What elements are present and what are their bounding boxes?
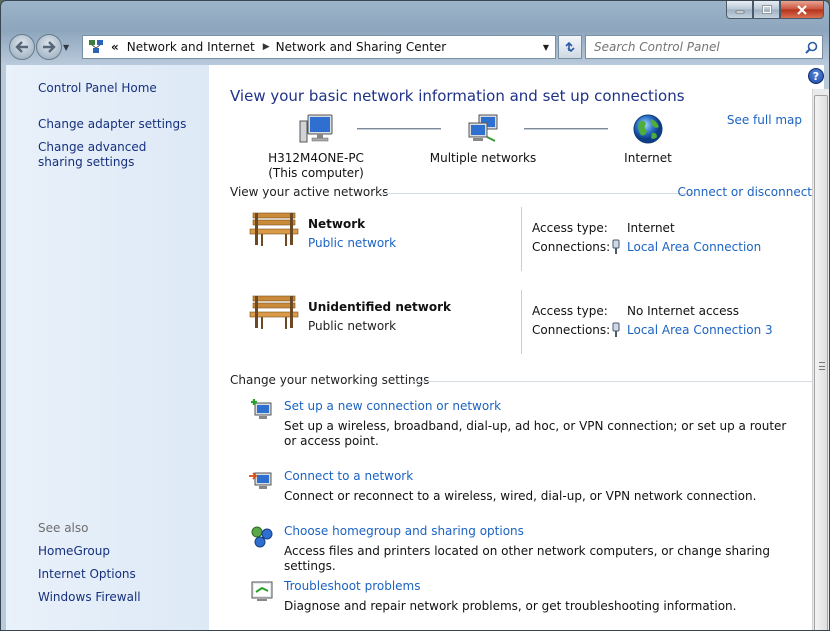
access-type-label: Access type:	[532, 304, 608, 318]
map-node-networks[interactable]: Multiple networks	[423, 113, 543, 166]
vertical-scrollbar[interactable]	[812, 89, 829, 630]
access-type-value: No Internet access	[627, 304, 740, 318]
windows-firewall-link[interactable]: Windows Firewall	[38, 590, 141, 605]
content-area: Control Panel Home Change adapter settin…	[6, 65, 829, 630]
maximize-icon	[761, 5, 772, 14]
homegroup-link[interactable]: HomeGroup	[38, 544, 110, 559]
minimize-button[interactable]	[726, 1, 753, 19]
new-connection-icon	[251, 399, 272, 419]
search-input[interactable]	[586, 40, 800, 54]
caption-buttons	[726, 1, 824, 19]
computer-icon	[299, 114, 333, 143]
connections-label: Connections:	[532, 323, 611, 337]
homegroup-sharing-link[interactable]: Choose homegroup and sharing options	[284, 524, 524, 538]
network-divider	[521, 290, 522, 354]
breadcrumb-overflow[interactable]: «	[107, 40, 123, 54]
task-new-connection: Set up a new connection or network Set u…	[249, 399, 789, 449]
computer-name: H312M4ONE-PC	[268, 151, 364, 165]
internet-globe-icon	[633, 114, 663, 144]
connect-to-network-link[interactable]: Connect to a network	[284, 469, 413, 483]
close-icon	[797, 4, 807, 15]
network-center-icon	[83, 39, 107, 55]
help-icon[interactable]: ?	[808, 68, 824, 84]
access-type-label: Access type:	[532, 221, 608, 235]
connections-label: Connections:	[532, 240, 611, 254]
maximize-button[interactable]	[753, 1, 780, 19]
ethernet-connection-icon	[612, 322, 620, 337]
breadcrumb-network-sharing-center[interactable]: Network and Sharing Center	[272, 40, 453, 54]
change-adapter-settings-link[interactable]: Change adapter settings	[38, 117, 186, 132]
networking-settings-heading: Change your networking settings	[230, 373, 430, 387]
ethernet-connection-icon	[612, 239, 620, 254]
setup-connection-link[interactable]: Set up a new connection or network	[284, 399, 501, 413]
scrollbar-grip-icon	[819, 362, 825, 370]
network-type-link[interactable]: Public network	[308, 236, 396, 250]
internet-label: Internet	[624, 151, 672, 165]
refresh-button[interactable]	[558, 35, 582, 59]
search-icon[interactable]	[800, 41, 822, 54]
see-full-map-link[interactable]: See full map	[727, 113, 802, 127]
forward-button[interactable]	[36, 34, 62, 60]
close-button[interactable]	[780, 1, 824, 19]
see-also-heading: See also	[38, 521, 89, 535]
public-network-bench-icon[interactable]	[249, 294, 299, 332]
back-arrow-icon	[15, 41, 28, 53]
active-networks-heading: View your active networks	[230, 185, 389, 199]
map-connector-2	[524, 128, 608, 130]
navigation-bar: ▼ « Network and Internet ▶ Network and S…	[9, 33, 823, 61]
homegroup-sharing-description: Access files and printers located on oth…	[284, 544, 770, 573]
search-box[interactable]	[585, 35, 823, 59]
breadcrumb-network-internet[interactable]: Network and Internet	[123, 40, 261, 54]
address-bar[interactable]: « Network and Internet ▶ Network and Sha…	[82, 35, 556, 59]
network-divider	[521, 207, 522, 271]
explorer-window: ▼ « Network and Internet ▶ Network and S…	[0, 0, 830, 631]
map-node-internet[interactable]: Internet	[603, 113, 693, 166]
recent-pages-dropdown[interactable]: ▼	[63, 43, 73, 52]
multiple-networks-label: Multiple networks	[429, 151, 537, 165]
connect-network-icon	[249, 472, 272, 489]
task-troubleshoot: Troubleshoot problems Diagnose and repai…	[249, 579, 789, 619]
homegroup-icon	[251, 526, 273, 548]
network-name: Network	[308, 217, 366, 231]
back-button[interactable]	[9, 34, 35, 60]
setup-connection-description: Set up a wireless, broadband, dial-up, a…	[284, 419, 787, 448]
page-title: View your basic network information and …	[230, 87, 685, 105]
network-card-2: Unidentified network Public network Acce…	[249, 290, 789, 356]
network-type-text: Public network	[308, 319, 397, 333]
local-area-connection-link[interactable]: Local Area Connection	[627, 240, 761, 254]
local-area-connection-3-link[interactable]: Local Area Connection 3	[627, 323, 773, 337]
main-pane: ? View your basic network information an…	[209, 65, 829, 630]
internet-options-link[interactable]: Internet Options	[38, 567, 136, 582]
address-dropdown-icon[interactable]: ▼	[537, 36, 555, 58]
troubleshoot-problems-link[interactable]: Troubleshoot problems	[284, 579, 420, 593]
multiple-networks-icon	[468, 114, 498, 142]
access-type-value: Internet	[627, 221, 675, 235]
troubleshoot-icon	[251, 581, 273, 601]
scrollbar-thumb[interactable]	[814, 95, 828, 630]
connect-to-network-description: Connect or reconnect to a wireless, wire…	[284, 489, 757, 503]
networking-settings-rule	[412, 381, 812, 382]
task-connect-network: Connect to a network Connect or reconnec…	[249, 469, 789, 509]
change-advanced-sharing-link[interactable]: Change advanced sharing settings	[38, 140, 188, 170]
task-pane: Control Panel Home Change adapter settin…	[6, 65, 209, 630]
map-node-computer[interactable]: H312M4ONE-PC (This computer)	[261, 113, 371, 181]
forward-arrow-icon	[43, 41, 56, 53]
network-card-1: Network Public network Access type: Inte…	[249, 207, 789, 273]
network-name: Unidentified network	[308, 300, 451, 314]
refresh-icon	[565, 41, 575, 53]
control-panel-home-link[interactable]: Control Panel Home	[38, 81, 157, 96]
connect-or-disconnect-link[interactable]: Connect or disconnect	[677, 185, 812, 199]
computer-caption: (This computer)	[268, 166, 364, 180]
breadcrumb-separator-icon[interactable]: ▶	[261, 42, 272, 52]
task-homegroup: Choose homegroup and sharing options Acc…	[249, 524, 789, 573]
minimize-icon	[735, 10, 744, 13]
troubleshoot-problems-description: Diagnose and repair network problems, or…	[284, 599, 737, 613]
public-network-bench-icon[interactable]	[249, 211, 299, 249]
active-networks-rule	[377, 193, 694, 194]
